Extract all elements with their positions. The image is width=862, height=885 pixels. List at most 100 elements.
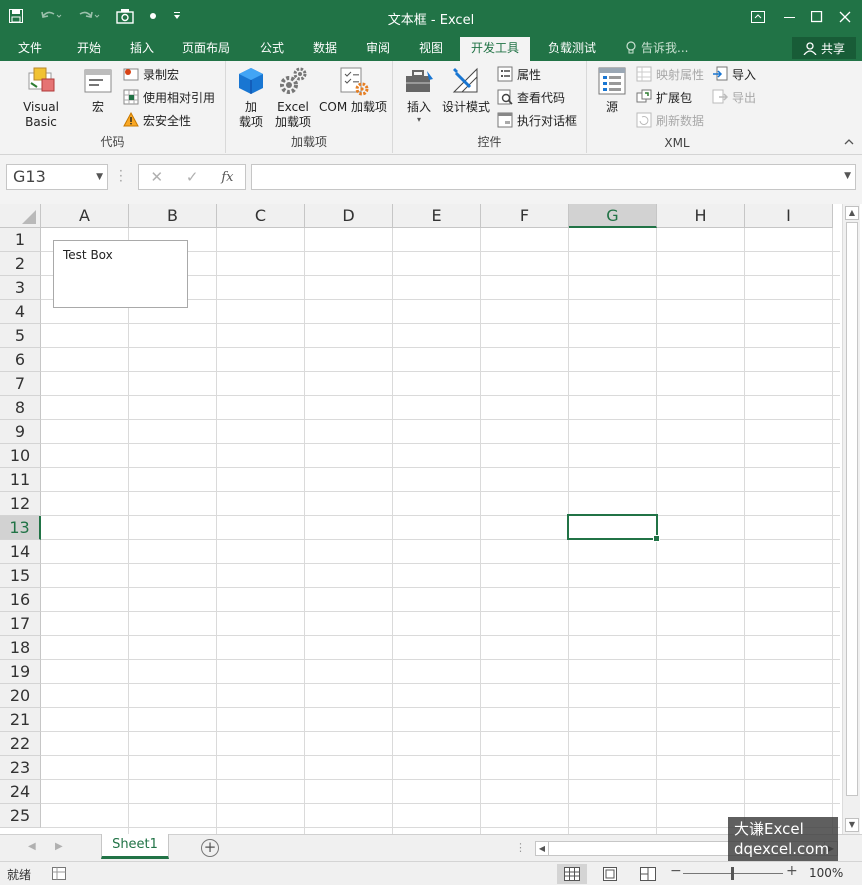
share-button[interactable]: 共享 xyxy=(792,37,856,59)
expansion-packs-button[interactable]: 扩展包 xyxy=(636,87,692,107)
record-macro-button[interactable]: 录制宏 xyxy=(123,64,179,84)
ribbon-display-options-icon[interactable] xyxy=(742,0,774,33)
view-code-button[interactable]: 查看代码 xyxy=(497,87,565,107)
macro-recording-icon[interactable] xyxy=(52,867,66,883)
tab-formulas[interactable]: 公式 xyxy=(249,37,295,61)
addins-button[interactable]: 加 载项 xyxy=(234,65,268,130)
column-header-i[interactable]: I xyxy=(745,204,833,228)
row-header-21[interactable]: 21 xyxy=(0,708,41,732)
tab-splitter[interactable]: ⋮ xyxy=(515,841,526,854)
row-header-24[interactable]: 24 xyxy=(0,780,41,804)
select-all-corner[interactable] xyxy=(0,204,41,228)
row-header-9[interactable]: 9 xyxy=(0,420,41,444)
cancel-icon[interactable]: ✕ xyxy=(150,168,163,186)
row-header-2[interactable]: 2 xyxy=(0,252,41,276)
undo-icon[interactable] xyxy=(36,5,66,27)
row-header-4[interactable]: 4 xyxy=(0,300,41,324)
redo-icon[interactable] xyxy=(75,5,105,27)
sheet-tab-sheet1[interactable]: Sheet1 xyxy=(101,834,169,859)
zoom-level[interactable]: 100% xyxy=(809,866,843,880)
active-cell[interactable] xyxy=(567,514,660,542)
zoom-slider-thumb[interactable] xyxy=(731,867,734,880)
previous-sheet-icon[interactable]: ◀ xyxy=(28,841,36,852)
insert-control-button[interactable]: 插入 ▾ xyxy=(402,65,436,125)
column-header-f[interactable]: F xyxy=(481,204,569,228)
row-header-17[interactable]: 17 xyxy=(0,612,41,636)
column-header-a[interactable]: A xyxy=(41,204,129,228)
tab-home[interactable]: 开始 xyxy=(66,37,112,61)
visual-basic-button[interactable]: Visual Basic xyxy=(6,65,76,130)
row-header-11[interactable]: 11 xyxy=(0,468,41,492)
vertical-scroll-thumb[interactable] xyxy=(846,222,858,796)
formula-bar-splitter[interactable]: · · · xyxy=(119,165,123,187)
enter-icon[interactable]: ✓ xyxy=(186,168,199,186)
row-header-16[interactable]: 16 xyxy=(0,588,41,612)
expand-formula-bar-icon[interactable]: ▼ xyxy=(844,171,851,181)
column-header-e[interactable]: E xyxy=(393,204,481,228)
close-icon[interactable] xyxy=(829,0,861,33)
tab-review[interactable]: 审阅 xyxy=(355,37,401,61)
chevron-down-icon[interactable]: ▼ xyxy=(96,165,103,189)
page-break-preview-icon[interactable] xyxy=(633,864,663,884)
name-box[interactable]: G13 ▼ xyxy=(6,164,108,190)
worksheet-grid[interactable]: ABCDEFGHI 1 2 3 4 5 6 7 8 9 10 11 12 13 14 15 16 17 18 19 2… xyxy=(0,204,840,834)
row-header-20[interactable]: 20 xyxy=(0,684,41,708)
column-header-g[interactable]: G xyxy=(569,204,657,228)
run-dialog-button[interactable]: 执行对话框 xyxy=(497,110,577,130)
excel-addins-button[interactable]: Excel 加载项 xyxy=(273,65,313,130)
row-header-15[interactable]: 15 xyxy=(0,564,41,588)
macros-button[interactable]: 宏 xyxy=(82,65,114,115)
row-header-8[interactable]: 8 xyxy=(0,396,41,420)
row-header-12[interactable]: 12 xyxy=(0,492,41,516)
next-sheet-icon[interactable]: ▶ xyxy=(55,841,63,852)
page-layout-view-icon[interactable] xyxy=(595,864,625,884)
zoom-in-icon[interactable]: + xyxy=(786,863,798,879)
dot-icon[interactable] xyxy=(146,5,160,27)
refresh-data-button[interactable]: 刷新数据 xyxy=(636,110,704,130)
tab-data[interactable]: 数据 xyxy=(302,37,348,61)
save-icon[interactable] xyxy=(6,5,26,27)
properties-button[interactable]: 属性 xyxy=(497,64,541,84)
insert-function-icon[interactable]: fx xyxy=(221,170,233,185)
row-header-5[interactable]: 5 xyxy=(0,324,41,348)
tab-load-test[interactable]: 负载测试 xyxy=(537,37,607,61)
xml-source-button[interactable]: 源 xyxy=(595,65,629,115)
macro-security-button[interactable]: 宏安全性 xyxy=(123,110,191,130)
normal-view-icon[interactable] xyxy=(557,864,587,884)
row-header-1[interactable]: 1 xyxy=(0,228,41,252)
map-properties-button[interactable]: 映射属性 xyxy=(636,64,704,84)
text-box-shape[interactable]: Test Box xyxy=(53,240,188,308)
scroll-down-icon[interactable]: ▼ xyxy=(845,818,859,832)
add-sheet-icon[interactable]: + xyxy=(201,839,219,857)
scroll-up-icon[interactable]: ▲ xyxy=(845,206,859,220)
tab-developer[interactable]: 开发工具 xyxy=(460,37,531,61)
row-header-23[interactable]: 23 xyxy=(0,756,41,780)
column-header-c[interactable]: C xyxy=(217,204,305,228)
row-header-13[interactable]: 13 xyxy=(0,516,41,540)
design-mode-button[interactable]: 设计模式 xyxy=(441,65,491,115)
row-header-3[interactable]: 3 xyxy=(0,276,41,300)
column-header-h[interactable]: H xyxy=(657,204,745,228)
use-relative-references-button[interactable]: 使用相对引用 xyxy=(123,87,215,107)
column-header-d[interactable]: D xyxy=(305,204,393,228)
formula-input[interactable]: ▼ xyxy=(251,164,856,190)
tell-me-search[interactable]: 告诉我... xyxy=(625,37,688,59)
scroll-left-icon[interactable]: ◀ xyxy=(536,842,549,855)
row-header-6[interactable]: 6 xyxy=(0,348,41,372)
tab-file[interactable]: 文件 xyxy=(7,37,53,61)
cells-area[interactable] xyxy=(41,228,840,834)
tab-insert[interactable]: 插入 xyxy=(119,37,165,61)
column-header-b[interactable]: B xyxy=(129,204,217,228)
tab-view[interactable]: 视图 xyxy=(408,37,454,61)
com-addins-button[interactable]: COM 加载项 xyxy=(315,65,391,115)
collapse-ribbon-icon[interactable] xyxy=(844,135,854,149)
row-header-18[interactable]: 18 xyxy=(0,636,41,660)
row-header-14[interactable]: 14 xyxy=(0,540,41,564)
zoom-out-icon[interactable]: − xyxy=(670,863,682,879)
tab-page-layout[interactable]: 页面布局 xyxy=(171,37,241,61)
row-header-25[interactable]: 25 xyxy=(0,804,41,828)
import-button[interactable]: 导入 xyxy=(712,64,756,84)
customize-quick-access-icon[interactable] xyxy=(170,5,184,27)
row-header-19[interactable]: 19 xyxy=(0,660,41,684)
row-header-22[interactable]: 22 xyxy=(0,732,41,756)
